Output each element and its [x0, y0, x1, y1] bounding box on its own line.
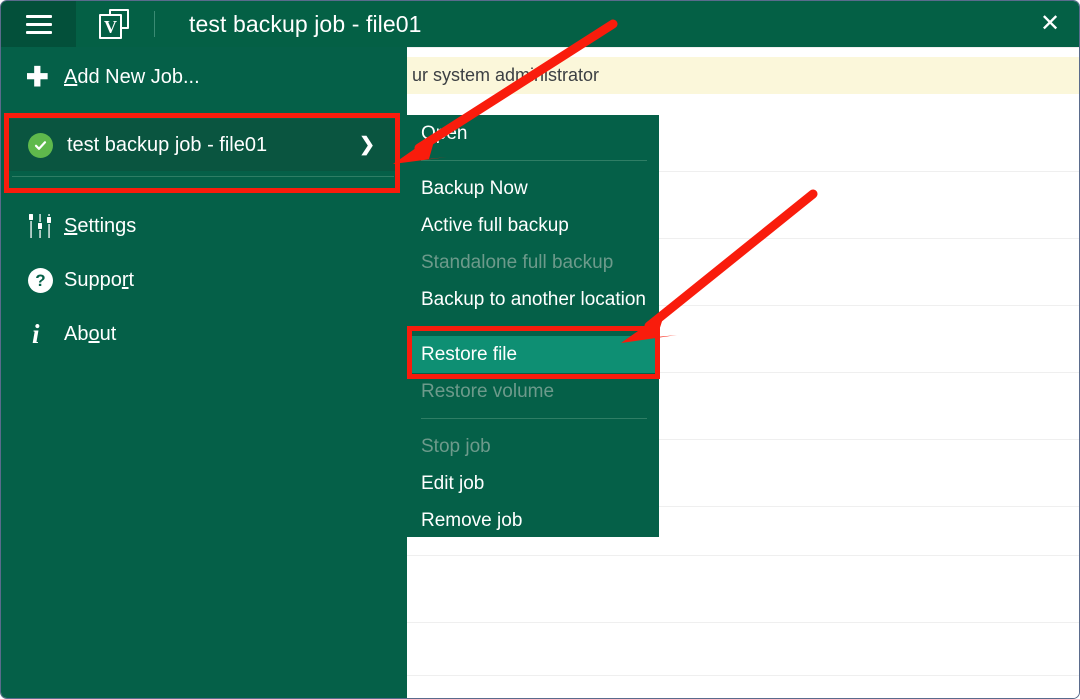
question-mark-circle-icon: ?: [28, 268, 64, 293]
row-divider: [407, 622, 1080, 623]
context-menu-item-edit-job[interactable]: Edit job: [407, 465, 659, 502]
sidebar-item-about[interactable]: i About: [1, 308, 407, 360]
sliders-icon: [28, 214, 64, 238]
sidebar-divider: [12, 176, 394, 177]
app-logo: V: [76, 1, 152, 47]
sidebar: ✚ Add New Job... test backup job - file0…: [1, 47, 407, 699]
job-context-menu: Open Backup Now Active full backup Stand…: [407, 115, 659, 537]
success-check-icon: [28, 133, 53, 158]
sidebar-item-support-label: Support: [64, 269, 134, 292]
hamburger-icon: [26, 15, 52, 34]
context-menu-item-standalone-full-backup: Standalone full backup: [407, 244, 659, 281]
title-bar: V test backup job - file01 ✕: [1, 1, 1080, 47]
context-menu-item-backup-now[interactable]: Backup Now: [407, 170, 659, 207]
context-menu-item-backup-to-another-location[interactable]: Backup to another location: [407, 281, 659, 318]
context-menu-item-restore-volume: Restore volume: [407, 373, 659, 410]
context-menu-item-remove-job[interactable]: Remove job: [407, 502, 659, 539]
add-new-job-button[interactable]: ✚ Add New Job...: [1, 50, 407, 104]
add-new-job-label: Add New Job...: [64, 66, 200, 89]
screenshot-root: V test backup job - file01 ✕ ✚ Add New J…: [0, 0, 1080, 699]
veeam-logo-icon: V: [99, 9, 129, 39]
info-italic-icon: i: [28, 321, 64, 348]
context-menu-item-open[interactable]: Open: [407, 115, 659, 152]
sidebar-item-settings[interactable]: Settings: [1, 200, 407, 252]
sidebar-item-backup-job[interactable]: test backup job - file01 ❯: [7, 119, 399, 171]
context-menu-divider: [421, 160, 647, 161]
context-menu-item-active-full-backup[interactable]: Active full backup: [407, 207, 659, 244]
notice-banner: ur system administrator: [407, 57, 1080, 94]
plus-icon: ✚: [28, 64, 64, 91]
context-menu-divider: [421, 418, 647, 419]
chevron-right-icon[interactable]: ❯: [359, 134, 375, 157]
context-menu-divider: [421, 326, 647, 327]
application-window: V test backup job - file01 ✕ ✚ Add New J…: [0, 0, 1080, 699]
window-title: test backup job - file01: [189, 11, 422, 38]
row-divider: [407, 675, 1080, 676]
sidebar-item-backup-job-label: test backup job - file01: [67, 134, 267, 157]
row-divider: [407, 555, 1080, 556]
context-menu-item-restore-file[interactable]: Restore file: [407, 336, 659, 373]
sidebar-item-settings-label: Settings: [64, 215, 136, 238]
main-menu-button[interactable]: [1, 1, 76, 47]
context-menu-item-stop-job: Stop job: [407, 428, 659, 465]
sidebar-item-about-label: About: [64, 323, 116, 346]
title-divider: [154, 11, 155, 37]
close-button[interactable]: ✕: [1019, 1, 1080, 47]
sidebar-item-support[interactable]: ? Support: [1, 254, 407, 306]
